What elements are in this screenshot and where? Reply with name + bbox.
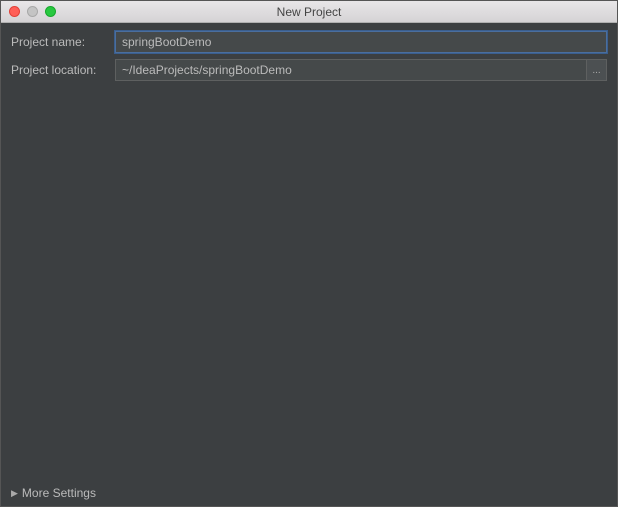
project-location-row: Project location: ... xyxy=(11,59,607,81)
new-project-dialog: New Project Project name: Project locati… xyxy=(0,0,618,507)
dialog-footer: ▶ More Settings xyxy=(11,482,607,500)
content-spacer xyxy=(11,87,607,482)
close-window-button[interactable] xyxy=(9,6,20,17)
project-location-label: Project location: xyxy=(11,63,115,77)
window-title: New Project xyxy=(1,5,617,19)
more-settings-label: More Settings xyxy=(22,486,96,500)
more-settings-toggle[interactable]: ▶ More Settings xyxy=(11,486,96,500)
titlebar[interactable]: New Project xyxy=(1,1,617,23)
minimize-window-button[interactable] xyxy=(27,6,38,17)
ellipsis-icon: ... xyxy=(592,65,600,76)
chevron-right-icon: ▶ xyxy=(11,488,18,499)
project-name-row: Project name: xyxy=(11,31,607,53)
maximize-window-button[interactable] xyxy=(45,6,56,17)
project-name-input[interactable] xyxy=(115,31,607,53)
project-name-label: Project name: xyxy=(11,35,115,49)
browse-location-button[interactable]: ... xyxy=(587,59,607,81)
project-location-input[interactable] xyxy=(115,59,587,81)
window-controls xyxy=(1,6,56,17)
dialog-content: Project name: Project location: ... ▶ Mo… xyxy=(1,23,617,506)
